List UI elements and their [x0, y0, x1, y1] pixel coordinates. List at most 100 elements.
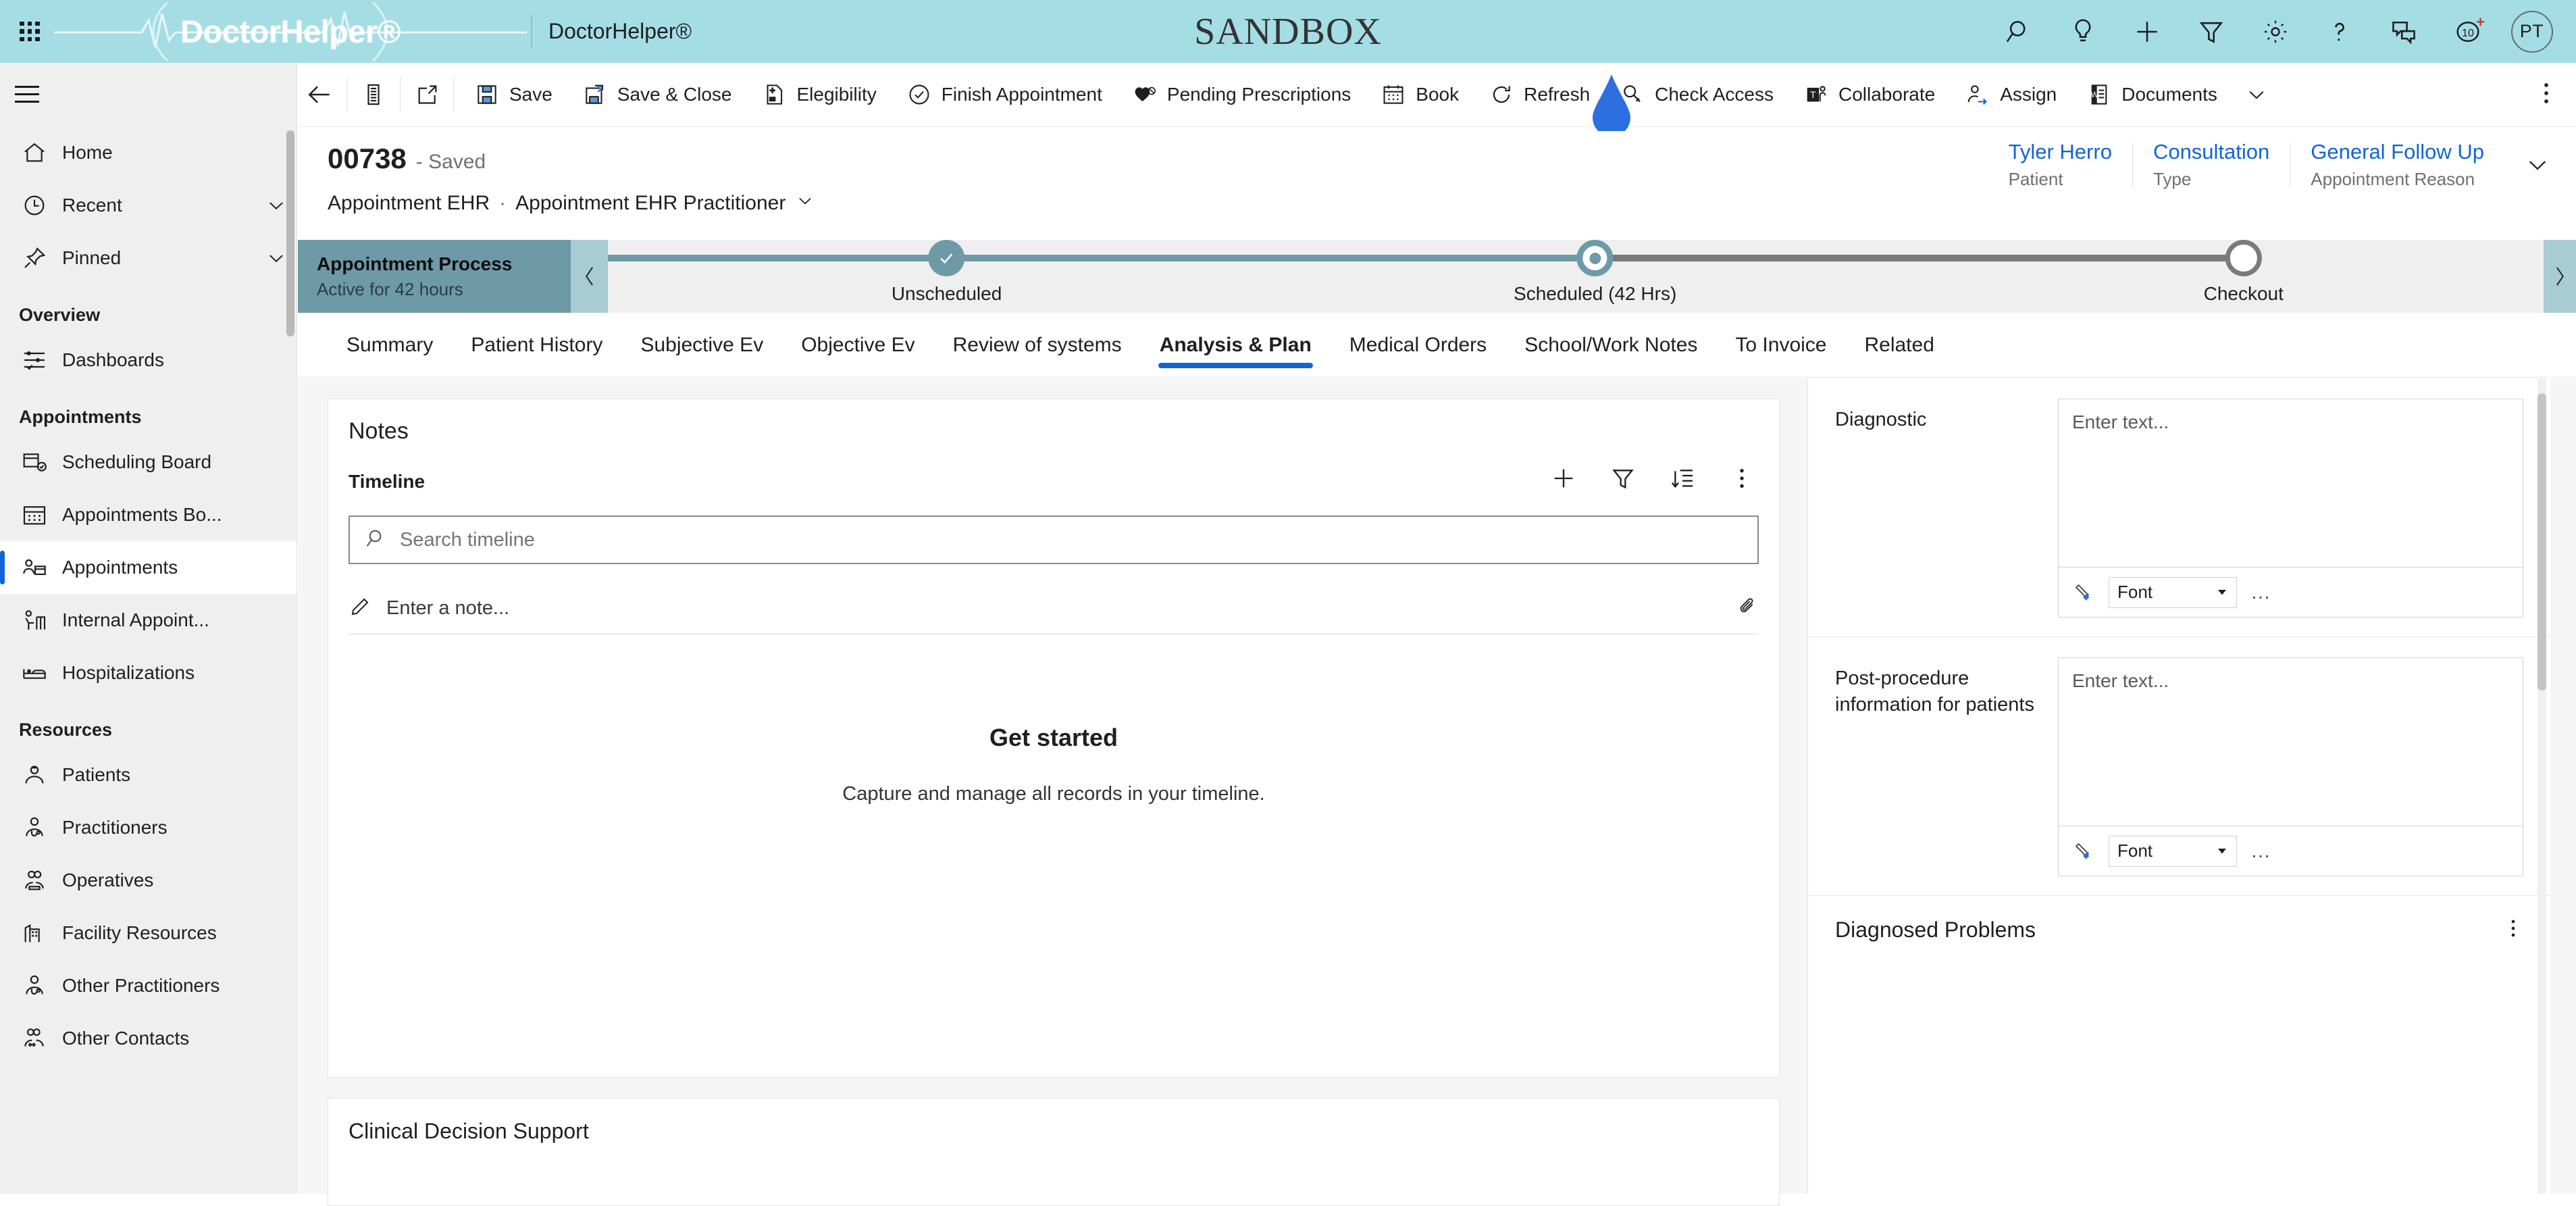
tab-medical-orders[interactable]: Medical Orders — [1331, 313, 1505, 378]
form-selector-chevron-icon[interactable] — [795, 191, 815, 216]
process-stage-checkout[interactable]: Checkout — [2204, 240, 2284, 305]
header-field-value[interactable]: Tyler Herro — [2009, 140, 2112, 164]
tab-patient-history[interactable]: Patient History — [452, 313, 621, 378]
filter-icon[interactable] — [2179, 0, 2243, 63]
process-next-button[interactable] — [2544, 240, 2576, 313]
header-field-value[interactable]: Consultation — [2153, 140, 2269, 164]
format-painter-icon[interactable] — [2073, 840, 2095, 862]
clinical-decision-support-title: Clinical Decision Support — [349, 1119, 589, 1143]
sidebar-item-pinned[interactable]: Pinned — [0, 232, 297, 284]
chat-icon[interactable] — [2371, 0, 2436, 63]
search-input[interactable] — [400, 528, 1743, 551]
font-dropdown[interactable]: Font — [2109, 835, 2237, 867]
post-procedure-label: Post-procedure information for patients — [1835, 668, 2034, 716]
rich-text-more-icon[interactable]: … — [2250, 840, 2272, 863]
show-chart-button[interactable] — [353, 74, 394, 116]
document-icon — [761, 82, 787, 107]
back-button[interactable] — [298, 80, 341, 109]
chevron-down-icon[interactable] — [256, 194, 297, 217]
sort-icon[interactable] — [1664, 460, 1701, 497]
question-icon[interactable] — [2307, 0, 2371, 63]
save-and-close-button[interactable]: Save & Close — [567, 70, 747, 119]
sidebar-item-facility-resources[interactable]: Facility Resources — [0, 907, 297, 959]
tab-label: Medical Orders — [1349, 333, 1487, 356]
pending-prescriptions-button[interactable]: Pending Prescriptions — [1117, 70, 1366, 119]
sidebar-item-scheduling-board[interactable]: Scheduling Board — [0, 436, 297, 488]
app-launcher-icon[interactable] — [15, 17, 45, 47]
right-panel-scrollbar[interactable] — [2538, 393, 2546, 690]
filter-icon[interactable] — [1605, 460, 1641, 497]
process-title: Appointment Process — [317, 253, 513, 274]
diagnosed-problems-kebab-icon[interactable] — [2503, 915, 2523, 945]
lightbulb-icon[interactable] — [2051, 0, 2115, 63]
attachment-icon[interactable] — [1737, 596, 1759, 621]
process-stage-unscheduled[interactable]: Unscheduled — [892, 240, 1002, 305]
add-icon[interactable] — [1545, 460, 1582, 497]
sidebar-item-dashboards[interactable]: Dashboards — [0, 334, 297, 386]
process-prev-button[interactable] — [571, 240, 608, 313]
plus-icon[interactable] — [2115, 0, 2179, 63]
enter-note-field[interactable]: Enter a note... — [349, 583, 1759, 634]
diagnostic-editor[interactable]: Enter text... Font … — [2058, 399, 2523, 618]
hamburger-icon[interactable] — [15, 72, 58, 116]
diagnosed-problems-title: Diagnosed Problems — [1835, 918, 2036, 942]
sidebar-item-other-contacts[interactable]: Other Contacts — [0, 1012, 297, 1065]
kebab-icon[interactable] — [1724, 460, 1760, 497]
sidebar-item-hospitalizations[interactable]: Hospitalizations — [0, 647, 297, 699]
diagnostic-textarea[interactable]: Enter text... — [2059, 399, 2523, 567]
sidebar-item-patients[interactable]: Patients — [0, 749, 297, 801]
search-icon — [365, 527, 388, 553]
breadcrumb-separator: · — [499, 192, 507, 214]
collaborate-button[interactable]: T Collaborate — [1788, 70, 1950, 119]
form-name[interactable]: Appointment EHR Practitioner — [515, 192, 785, 215]
search-icon[interactable] — [1986, 0, 2051, 63]
save-button[interactable]: Save — [459, 70, 567, 119]
overflow-kebab-icon[interactable] — [2534, 79, 2558, 111]
gear-icon[interactable] — [2243, 0, 2307, 63]
tab-analysis-and-plan[interactable]: Analysis & Plan — [1141, 313, 1331, 378]
format-painter-icon[interactable] — [2073, 582, 2095, 603]
rich-text-more-icon[interactable]: … — [2250, 581, 2272, 604]
sidebar-item-operatives[interactable]: Operatives — [0, 854, 297, 907]
elegibility-button[interactable]: Elegibility — [746, 70, 891, 119]
finish-appointment-button[interactable]: Finish Appointment — [892, 70, 1117, 119]
sidebar-item-other-practitioners[interactable]: Other Practitioners — [0, 959, 297, 1012]
tab-subjective-ev[interactable]: Subjective Ev — [621, 313, 782, 378]
sidebar-item-internal-appointments[interactable]: Internal Appoint... — [0, 594, 297, 647]
expand-header-chevron-icon[interactable] — [2504, 140, 2552, 190]
notifications-icon[interactable]: 10 + — [2436, 0, 2500, 63]
check-access-button[interactable]: Check Access — [1605, 70, 1788, 119]
tab-school-work-notes[interactable]: School/Work Notes — [1505, 313, 1716, 378]
open-form-button[interactable] — [406, 74, 448, 116]
sidebar-item-home[interactable]: Home — [0, 126, 297, 179]
sidebar-item-recent[interactable]: Recent — [0, 179, 297, 232]
refresh-button[interactable]: Refresh — [1474, 70, 1605, 119]
chevron-down-icon[interactable] — [256, 247, 297, 270]
sidebar-item-label: Patients — [62, 764, 131, 785]
sidebar-item-label: Operatives — [62, 870, 154, 890]
documents-button[interactable]: W Documents — [2071, 70, 2232, 119]
tab-related[interactable]: Related — [1845, 313, 1953, 378]
header-field-value[interactable]: General Follow Up — [2311, 140, 2484, 164]
font-dropdown[interactable]: Font — [2109, 576, 2237, 608]
process-header[interactable]: Appointment Process Active for 42 hours — [298, 240, 571, 313]
process-stage-scheduled[interactable]: Scheduled (42 Hrs) — [1514, 240, 1676, 305]
header-field-patient: Tyler Herro Patient — [1988, 140, 2132, 190]
search-timeline-field[interactable] — [349, 516, 1759, 564]
sidebar-item-practitioners[interactable]: Practitioners — [0, 801, 297, 854]
post-procedure-textarea[interactable]: Enter text... — [2059, 658, 2523, 826]
assign-button[interactable]: Assign — [1950, 70, 2071, 119]
avatar-initials: PT — [2510, 10, 2553, 53]
tab-review-of-systems[interactable]: Review of systems — [934, 313, 1141, 378]
book-button[interactable]: Book — [1366, 70, 1474, 119]
timeline-toolbar — [1545, 460, 1760, 497]
sidebar-item-appointments[interactable]: Appointments — [0, 541, 297, 594]
avatar[interactable]: PT — [2500, 0, 2564, 63]
tab-to-invoice[interactable]: To Invoice — [1716, 313, 1845, 378]
post-procedure-editor[interactable]: Enter text... Font … — [2058, 657, 2523, 876]
sidebar-item-appointments-board[interactable]: Appointments Bo... — [0, 488, 297, 541]
tab-summary[interactable]: Summary — [328, 313, 452, 378]
chevron-down-icon — [2216, 582, 2228, 603]
tab-objective-ev[interactable]: Objective Ev — [782, 313, 933, 378]
more-commands-chevron-icon[interactable] — [2232, 82, 2281, 107]
